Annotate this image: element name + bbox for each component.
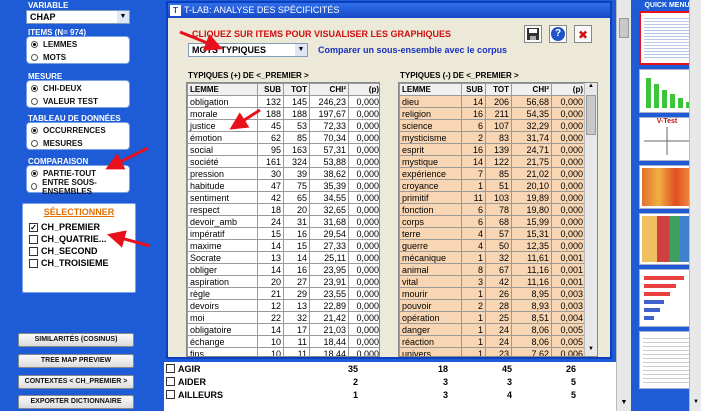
quick-thumb-treemap[interactable]: [639, 213, 695, 265]
quick-thumb-heatmap[interactable]: [639, 165, 695, 209]
chevron-down-icon[interactable]: ▼: [691, 399, 701, 409]
arrow-to-select: [107, 230, 151, 248]
quick-thumb-table[interactable]: [639, 11, 695, 65]
quick-thumb-bar-chart[interactable]: [639, 69, 695, 113]
quick-thumb-document[interactable]: [639, 331, 695, 389]
vtest-chart-icon: [644, 127, 690, 155]
bar-chart-icon: [646, 78, 691, 108]
arrow-to-table: [229, 108, 261, 130]
quick-menu: QUICK MENU V-Test ▼: [633, 0, 701, 411]
arrow-to-comparaison: [105, 146, 149, 170]
quick-menu-scrollbar[interactable]: ▼: [689, 0, 701, 411]
quick-thumb-bars-list[interactable]: [639, 269, 695, 327]
arrow-to-dropdown: [179, 30, 223, 51]
annotation-arrows: [105, 30, 261, 248]
vtest-label: V-Test: [656, 118, 678, 125]
quick-thumb-vtest[interactable]: V-Test: [639, 117, 695, 161]
bar-list-icon: [644, 276, 684, 320]
